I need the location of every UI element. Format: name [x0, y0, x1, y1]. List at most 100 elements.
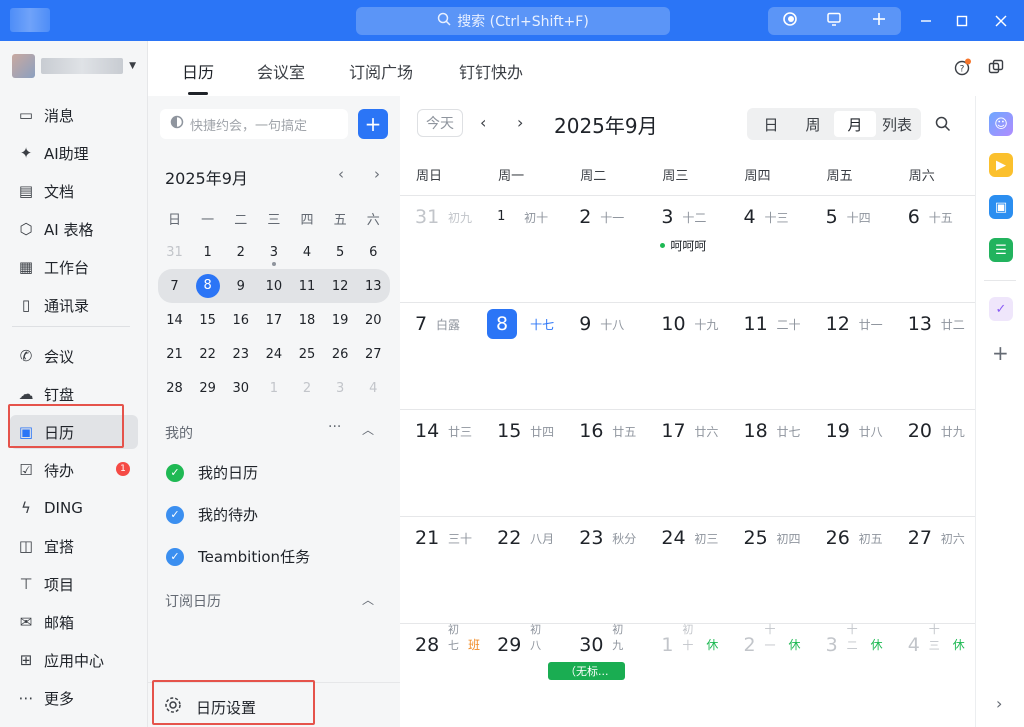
help-button[interactable]: ?	[954, 58, 972, 80]
calendar-list-item[interactable]: ✓ Teambition任务	[166, 546, 310, 567]
mini-day-cell[interactable]: 3	[324, 381, 357, 396]
mini-day-cell[interactable]: 23	[224, 347, 257, 362]
nav-item-more[interactable]: ⋯ 更多	[10, 681, 138, 715]
mini-day-cell[interactable]: 9	[224, 279, 257, 294]
mini-day-cell[interactable]: 16	[224, 313, 257, 328]
refresh-button[interactable]	[768, 7, 812, 35]
day-cell[interactable]: 12 廿一	[811, 303, 893, 409]
tab-1[interactable]: 会议室	[257, 59, 305, 83]
event-item[interactable]: 呵呵呵	[660, 237, 706, 254]
nav-item-app-center[interactable]: ⊞ 应用中心	[10, 643, 138, 677]
mini-day-cell[interactable]: 6	[357, 245, 390, 260]
mini-day-cell[interactable]: 20	[357, 313, 390, 328]
day-cell[interactable]: 6 十五	[893, 196, 975, 302]
calendar-list-item[interactable]: ✓ 我的待办	[166, 504, 258, 525]
nav-item-yida[interactable]: ◫ 宜搭	[10, 529, 138, 563]
nav-item-ai-table[interactable]: ⬡ AI 表格	[10, 212, 138, 246]
mini-day-cell[interactable]: 17	[257, 313, 290, 328]
day-cell[interactable]: 10 十九	[646, 303, 728, 409]
mini-day-cell[interactable]: 4	[357, 381, 390, 396]
todo-app-button[interactable]: ✓	[989, 297, 1013, 321]
mini-day-cell[interactable]: 26	[324, 347, 357, 362]
day-cell[interactable]: 27 初六	[893, 517, 975, 623]
mini-day-cell[interactable]: 29	[191, 381, 224, 396]
nav-item-todo[interactable]: ☑ 待办 1	[10, 453, 138, 487]
collapse-my-button[interactable]: ︿	[362, 421, 374, 438]
mini-day-cell[interactable]: 1	[257, 381, 290, 396]
close-button[interactable]	[988, 8, 1014, 34]
day-cell[interactable]: 16 廿五	[564, 410, 646, 516]
add-event-button[interactable]: +	[358, 109, 388, 139]
nav-item-mail[interactable]: ✉ 邮箱	[10, 605, 138, 639]
mini-day-cell[interactable]: 13	[357, 279, 390, 294]
mini-day-cell[interactable]: 30	[224, 381, 257, 396]
mini-day-cell[interactable]: 21	[158, 347, 191, 362]
add-app-button[interactable]: +	[992, 341, 1009, 365]
tab-2[interactable]: 订阅广场	[349, 59, 413, 83]
mini-day-cell[interactable]: 5	[324, 245, 357, 260]
mini-day-cell[interactable]: 19	[324, 313, 357, 328]
view-option[interactable]: 周	[792, 111, 834, 137]
day-cell[interactable]: 3 十二休	[811, 623, 893, 727]
minimize-button[interactable]	[913, 8, 939, 34]
day-cell[interactable]: 1 初十	[482, 196, 564, 302]
next-month-button[interactable]: ›	[517, 113, 523, 132]
day-cell[interactable]: 21 三十	[400, 517, 482, 623]
today-button[interactable]: 今天	[417, 109, 463, 137]
mini-day-cell[interactable]: 12	[324, 279, 357, 294]
more-options-button[interactable]: ···	[328, 419, 341, 435]
quick-create-input[interactable]: 快捷约会，一句搞定	[160, 109, 348, 139]
mini-day-cell[interactable]: 14	[158, 313, 191, 328]
day-cell[interactable]: 19 廿八	[811, 410, 893, 516]
day-cell[interactable]: 28 初七班	[400, 623, 482, 727]
day-cell[interactable]: 4 十三	[729, 196, 811, 302]
calendar-search-button[interactable]	[935, 116, 951, 136]
prev-month-button[interactable]: ‹	[480, 113, 486, 132]
mini-day-cell[interactable]: 15	[191, 313, 224, 328]
mini-day-cell[interactable]: 8	[191, 274, 224, 298]
day-cell[interactable]: 24 初三	[646, 517, 728, 623]
day-cell[interactable]: 9 十八	[564, 303, 646, 409]
day-cell[interactable]: 30 初九 （无标...	[548, 623, 646, 727]
expand-rail-button[interactable]: ›	[996, 694, 1002, 713]
maximize-button[interactable]	[949, 8, 975, 34]
mini-day-cell[interactable]: 3	[257, 245, 290, 266]
mini-day-cell[interactable]: 24	[257, 347, 290, 362]
nav-item-message[interactable]: ▭ 消息	[10, 98, 138, 132]
mini-day-cell[interactable]: 4	[291, 245, 324, 260]
day-cell[interactable]: 31 初九	[400, 196, 482, 302]
day-cell[interactable]: 26 初五	[811, 517, 893, 623]
mini-day-cell[interactable]: 10	[257, 279, 290, 294]
nav-item-ai-assistant[interactable]: ✦ AI助理	[10, 136, 138, 170]
global-search-box[interactable]: 搜索 (Ctrl+Shift+F)	[356, 7, 670, 35]
mini-day-cell[interactable]: 22	[191, 347, 224, 362]
day-cell[interactable]: 1 初十休	[646, 623, 728, 727]
live-app-button[interactable]: ▶	[989, 153, 1013, 177]
day-cell[interactable]: 2 十一	[564, 196, 646, 302]
day-cell[interactable]: 20 廿九	[893, 410, 975, 516]
create-new-button[interactable]	[857, 7, 901, 35]
mini-day-cell[interactable]: 25	[291, 347, 324, 362]
mini-day-cell[interactable]: 11	[291, 279, 324, 294]
collapse-subscribed-button[interactable]: ︿	[362, 591, 374, 608]
day-cell[interactable]: 4 十三休	[893, 623, 975, 727]
day-cell[interactable]: 25 初四	[729, 517, 811, 623]
day-cell[interactable]: 3 十二 呵呵呵	[646, 196, 728, 302]
day-cell[interactable]: 17 廿六	[646, 410, 728, 516]
nav-item-contacts[interactable]: ▯ 通讯录	[10, 288, 138, 322]
mini-day-cell[interactable]: 18	[291, 313, 324, 328]
view-option[interactable]: 列表	[876, 111, 918, 137]
checkbox-checked-icon[interactable]: ✓	[166, 547, 184, 566]
tab-3[interactable]: 钉钉快办	[459, 59, 523, 83]
user-profile[interactable]: ▼	[12, 53, 136, 79]
day-cell[interactable]: 18 廿七	[729, 410, 811, 516]
day-cell[interactable]: 2 十一休	[729, 623, 811, 727]
mini-day-cell[interactable]: 2	[291, 381, 324, 396]
view-option[interactable]: 月	[834, 111, 876, 137]
event-bar[interactable]: （无标...	[548, 662, 626, 680]
tab-0[interactable]: 日历	[182, 59, 214, 83]
checkbox-checked-icon[interactable]: ✓	[166, 463, 184, 482]
switch-window-button[interactable]	[988, 59, 1004, 79]
docs-app-button[interactable]: ▣	[989, 195, 1013, 219]
mini-day-cell[interactable]: 27	[357, 347, 390, 362]
